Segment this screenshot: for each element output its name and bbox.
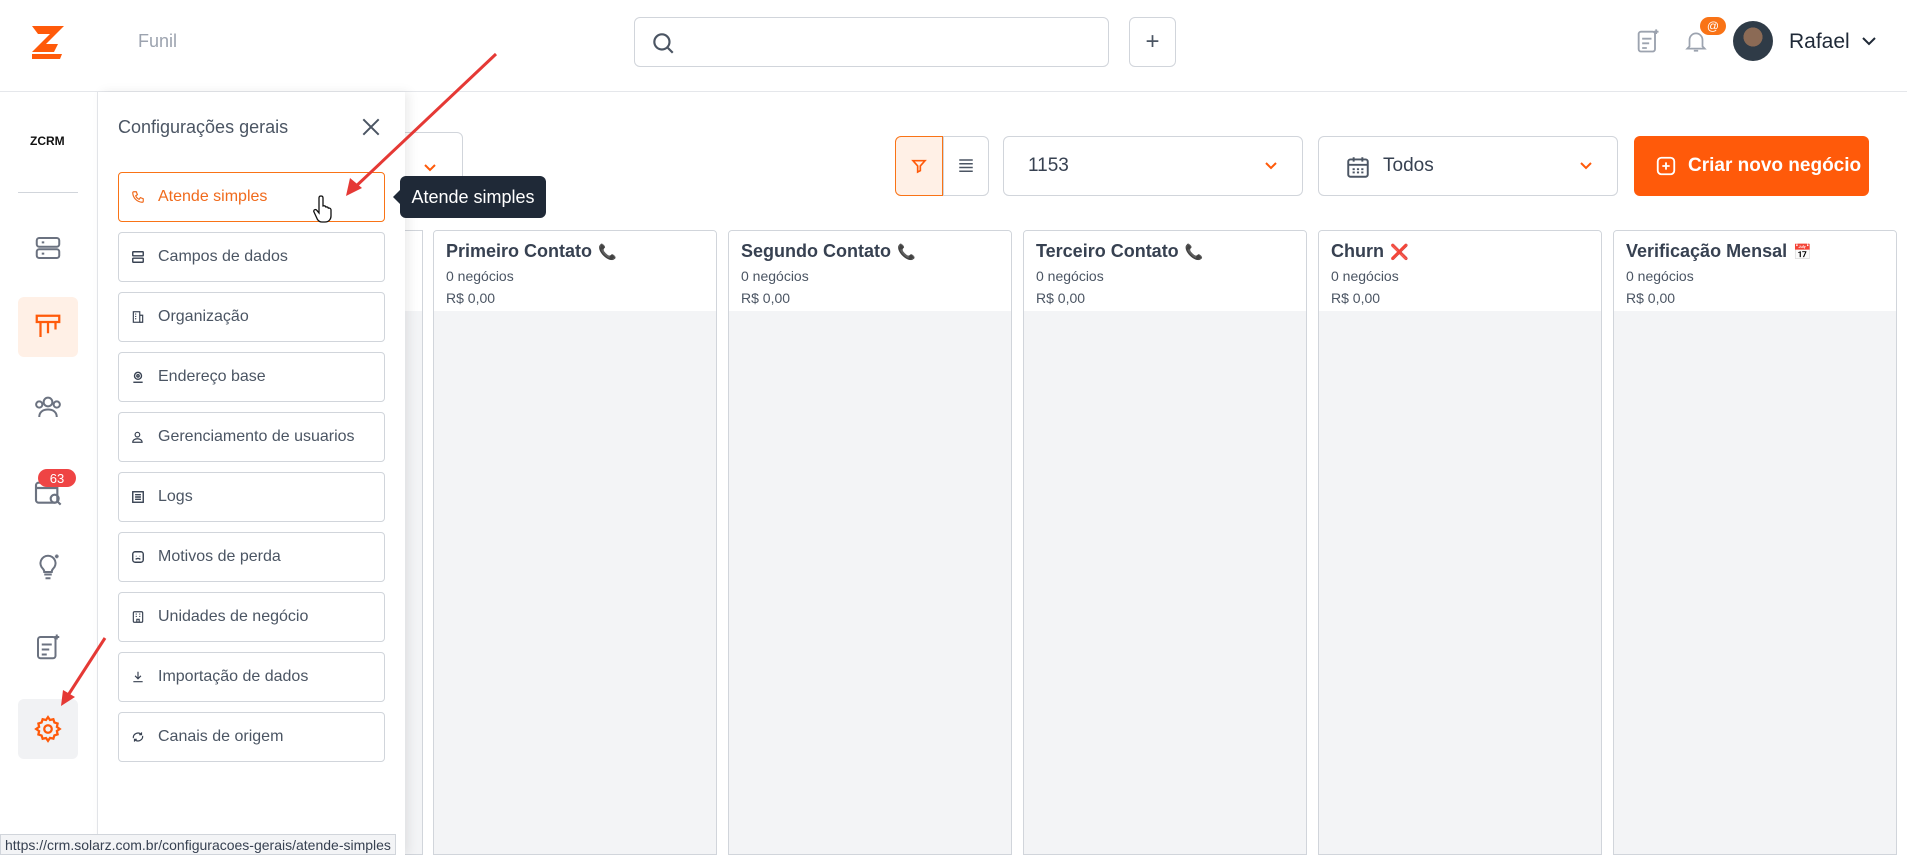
building-icon (131, 310, 145, 324)
user-name[interactable]: Rafael (1789, 30, 1850, 54)
status-url: https://crm.solarz.com.br/configuracoes-… (0, 834, 396, 855)
menu-item-canais-de-origem[interactable]: Canais de origem (118, 712, 385, 762)
menu-item-campos-de-dados[interactable]: Campos de dados (118, 232, 385, 282)
map-pin-icon (131, 370, 145, 384)
notification-count-badge: 63 (38, 469, 76, 487)
menu-item-label: Unidades de negócio (158, 608, 309, 625)
search-input[interactable] (634, 17, 1109, 67)
top-bar: Funil + @ Rafael (0, 0, 1907, 92)
menu-item-motivos-de-perda[interactable]: Motivos de perda (118, 532, 385, 582)
column-value: R$ 0,00 (1036, 290, 1086, 306)
lightbulb-icon (39, 554, 59, 580)
sad-face-icon (131, 550, 145, 564)
zcrm-logo: ZCRM (30, 134, 65, 148)
kanban-column: Verificação Mensal 📅 0 negócios R$ 0,00 (1613, 230, 1897, 855)
menu-item-label: Importação de dados (158, 668, 309, 685)
list-icon (959, 159, 973, 172)
annotation-arrow-icon (61, 637, 107, 706)
phone-emoji-icon: 📞 (1184, 243, 1204, 261)
kanban-column: Primeiro Contato 📞 0 negócios R$ 0,00 (433, 230, 717, 855)
menu-item-label: Endereço base (158, 368, 266, 385)
list-icon (131, 490, 145, 504)
kanban-column: Terceiro Contato 📞 0 negócios R$ 0,00 (1023, 230, 1307, 855)
column-deal-count: 0 negócios (446, 268, 514, 284)
panel-title: Configurações gerais (118, 117, 289, 137)
column-deal-count: 0 negócios (1331, 268, 1399, 284)
rail-item-contacts[interactable] (18, 377, 78, 437)
search-icon (653, 33, 674, 54)
period-select-value: Todos (1383, 155, 1434, 176)
filter-icon (911, 159, 927, 174)
menu-item-logs[interactable]: Logs (118, 472, 385, 522)
column-title: Terceiro Contato (1036, 241, 1179, 261)
column-value: R$ 0,00 (446, 290, 496, 306)
menu-item-label: Logs (158, 488, 193, 505)
menu-item-label: Motivos de perda (158, 548, 281, 565)
rail-divider (18, 192, 78, 193)
download-icon (131, 670, 145, 684)
rail-item-dashboard[interactable] (18, 218, 78, 278)
column-title: Churn (1331, 241, 1384, 261)
column-value: R$ 0,00 (741, 290, 791, 306)
plus-square-icon (1656, 156, 1676, 176)
phone-emoji-icon: 📞 (896, 243, 916, 261)
column-title: Segundo Contato (741, 241, 891, 261)
left-rail: ZCRM 63 (0, 92, 98, 855)
column-deal-count: 0 negócios (741, 268, 809, 284)
chevron-down-icon (1580, 162, 1592, 170)
cross-mark-icon: ❌ (1390, 243, 1409, 261)
breadcrumb[interactable]: Funil (138, 31, 177, 52)
hand-cursor-icon (312, 194, 336, 229)
create-deal-label: Criar novo negócio (1688, 155, 1862, 176)
column-title: Primeiro Contato (446, 241, 593, 261)
column-deal-count: 0 negócios (1036, 268, 1104, 284)
menu-item-label: Organização (158, 308, 249, 325)
kanban-icon (35, 314, 61, 337)
office-icon (131, 610, 145, 624)
calendar-emoji-icon: 📅 (1793, 243, 1812, 261)
database-icon (131, 250, 145, 264)
chevron-down-icon (1265, 162, 1277, 170)
column-title: Verificação Mensal (1626, 241, 1788, 261)
menu-item-label: Gerenciamento de usuarios (158, 428, 355, 445)
menu-item-endereco-base[interactable]: Endereço base (118, 352, 385, 402)
menu-item-gerenciamento-usuarios[interactable]: Gerenciamento de usuarios (118, 412, 385, 462)
phone-emoji-icon: 📞 (598, 243, 617, 261)
notes-icon[interactable] (1634, 26, 1662, 61)
kanban-column: Segundo Contato 📞 0 negócios R$ 0,00 (728, 230, 1012, 855)
pipeline-select-value: 1153 (1028, 155, 1069, 176)
pipeline-select[interactable]: 1153 (1003, 136, 1303, 196)
rail-item-funnel[interactable] (18, 297, 78, 357)
settings-panel: Configurações gerais Atende simples Camp… (98, 92, 405, 855)
rail-item-ideas[interactable] (18, 537, 78, 597)
quick-add-button[interactable]: + (1129, 17, 1176, 67)
menu-item-label: Campos de dados (158, 248, 288, 265)
source-channel-icon (131, 730, 145, 744)
solarz-logo[interactable] (28, 22, 68, 62)
column-value: R$ 0,00 (1626, 290, 1676, 306)
mention-badge: @ (1700, 17, 1726, 35)
menu-item-label: Canais de origem (158, 728, 284, 745)
avatar[interactable] (1733, 21, 1773, 61)
create-deal-button[interactable]: Criar novo negócio (1634, 136, 1869, 196)
menu-item-label: Atende simples (158, 188, 268, 205)
user-icon (131, 430, 145, 444)
chevron-down-icon[interactable] (1861, 34, 1877, 53)
users-icon (35, 396, 61, 418)
annotation-arrow-icon (346, 52, 498, 196)
funnel-view-button[interactable] (895, 136, 943, 196)
menu-item-organizacao[interactable]: Organização (118, 292, 385, 342)
column-value: R$ 0,00 (1331, 290, 1381, 306)
list-view-button[interactable] (943, 136, 989, 196)
kanban-column: Churn ❌ 0 negócios R$ 0,00 (1318, 230, 1602, 855)
menu-item-importacao-de-dados[interactable]: Importação de dados (118, 652, 385, 702)
period-select[interactable]: Todos (1318, 136, 1618, 196)
menu-item-unidades-de-negocio[interactable]: Unidades de negócio (118, 592, 385, 642)
server-icon (35, 237, 61, 259)
column-deal-count: 0 negócios (1626, 268, 1694, 284)
gear-icon (34, 715, 62, 743)
phone-icon (131, 190, 145, 204)
calendar-icon (1347, 157, 1369, 178)
